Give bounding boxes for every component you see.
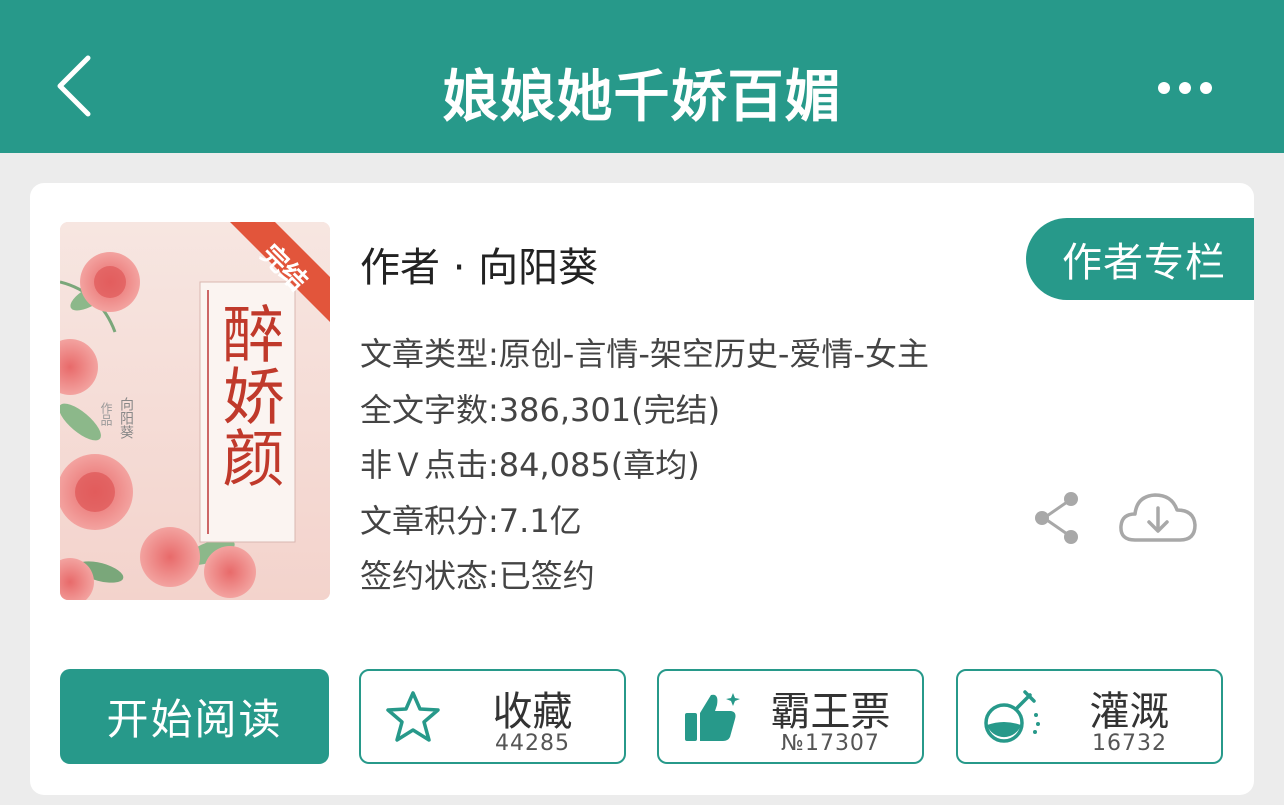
- favorite-label: 收藏: [492, 689, 573, 735]
- meta-genre: 文章类型:原创-言情-架空历史-爱情-女主: [360, 335, 929, 373]
- favorite-button[interactable]: 收藏 44285: [359, 669, 626, 764]
- download-button[interactable]: [1117, 488, 1199, 548]
- cover-author: 向阳葵: [118, 397, 134, 439]
- flask-icon: [984, 690, 1040, 743]
- start-reading-button[interactable]: 开始阅读: [60, 669, 329, 764]
- more-button[interactable]: [1150, 72, 1220, 104]
- meta-score: 文章积分:7.1亿: [360, 501, 582, 540]
- share-icon: [1035, 492, 1078, 544]
- book-meta: 文章类型:原创-言情-架空历史-爱情-女主 全文字数:386,301(完结) 非…: [360, 331, 929, 609]
- star-icon: [386, 691, 440, 742]
- share-button[interactable]: [1030, 488, 1086, 548]
- nutrient-button[interactable]: 灌溉 16732: [956, 669, 1223, 764]
- top-bar: 娘娘她千娇百媚: [0, 0, 1284, 153]
- cloud-download-icon: [1119, 493, 1197, 542]
- overlord-ticket-button[interactable]: 霸王票 №17307: [657, 669, 924, 764]
- author-line[interactable]: 作者 · 向阳葵: [360, 235, 598, 293]
- author-column-button[interactable]: 作者专栏: [1026, 218, 1254, 300]
- nutrient-label: 灌溉: [1089, 689, 1170, 735]
- page-title: 娘娘她千娇百媚: [442, 65, 842, 130]
- meta-clicks: 非Ｖ点击:84,085(章均): [360, 446, 700, 484]
- book-cover[interactable]: 完结 醉娇颜 向阳葵 作品: [60, 222, 330, 600]
- meta-word-count: 全文字数:386,301(完结): [360, 390, 721, 429]
- cover-art: 完结 醉娇颜 向阳葵 作品: [60, 222, 330, 600]
- book-info-card: 完结 醉娇颜 向阳葵 作品 作者 · 向阳葵 作者专栏 文章类型:原创-言情-架…: [30, 183, 1254, 795]
- favorite-count: 44285: [495, 731, 570, 756]
- more-dots-icon: [1158, 82, 1212, 94]
- meta-contract: 签约状态:已签约: [360, 557, 595, 595]
- cover-credit: 作品: [99, 402, 113, 426]
- cover-title-art: 醉娇颜: [212, 302, 285, 488]
- ticket-count: №17307: [781, 731, 880, 756]
- thumbs-up-icon: [685, 693, 740, 741]
- ticket-label: 霸王票: [770, 689, 891, 735]
- nutrient-count: 16732: [1092, 731, 1167, 756]
